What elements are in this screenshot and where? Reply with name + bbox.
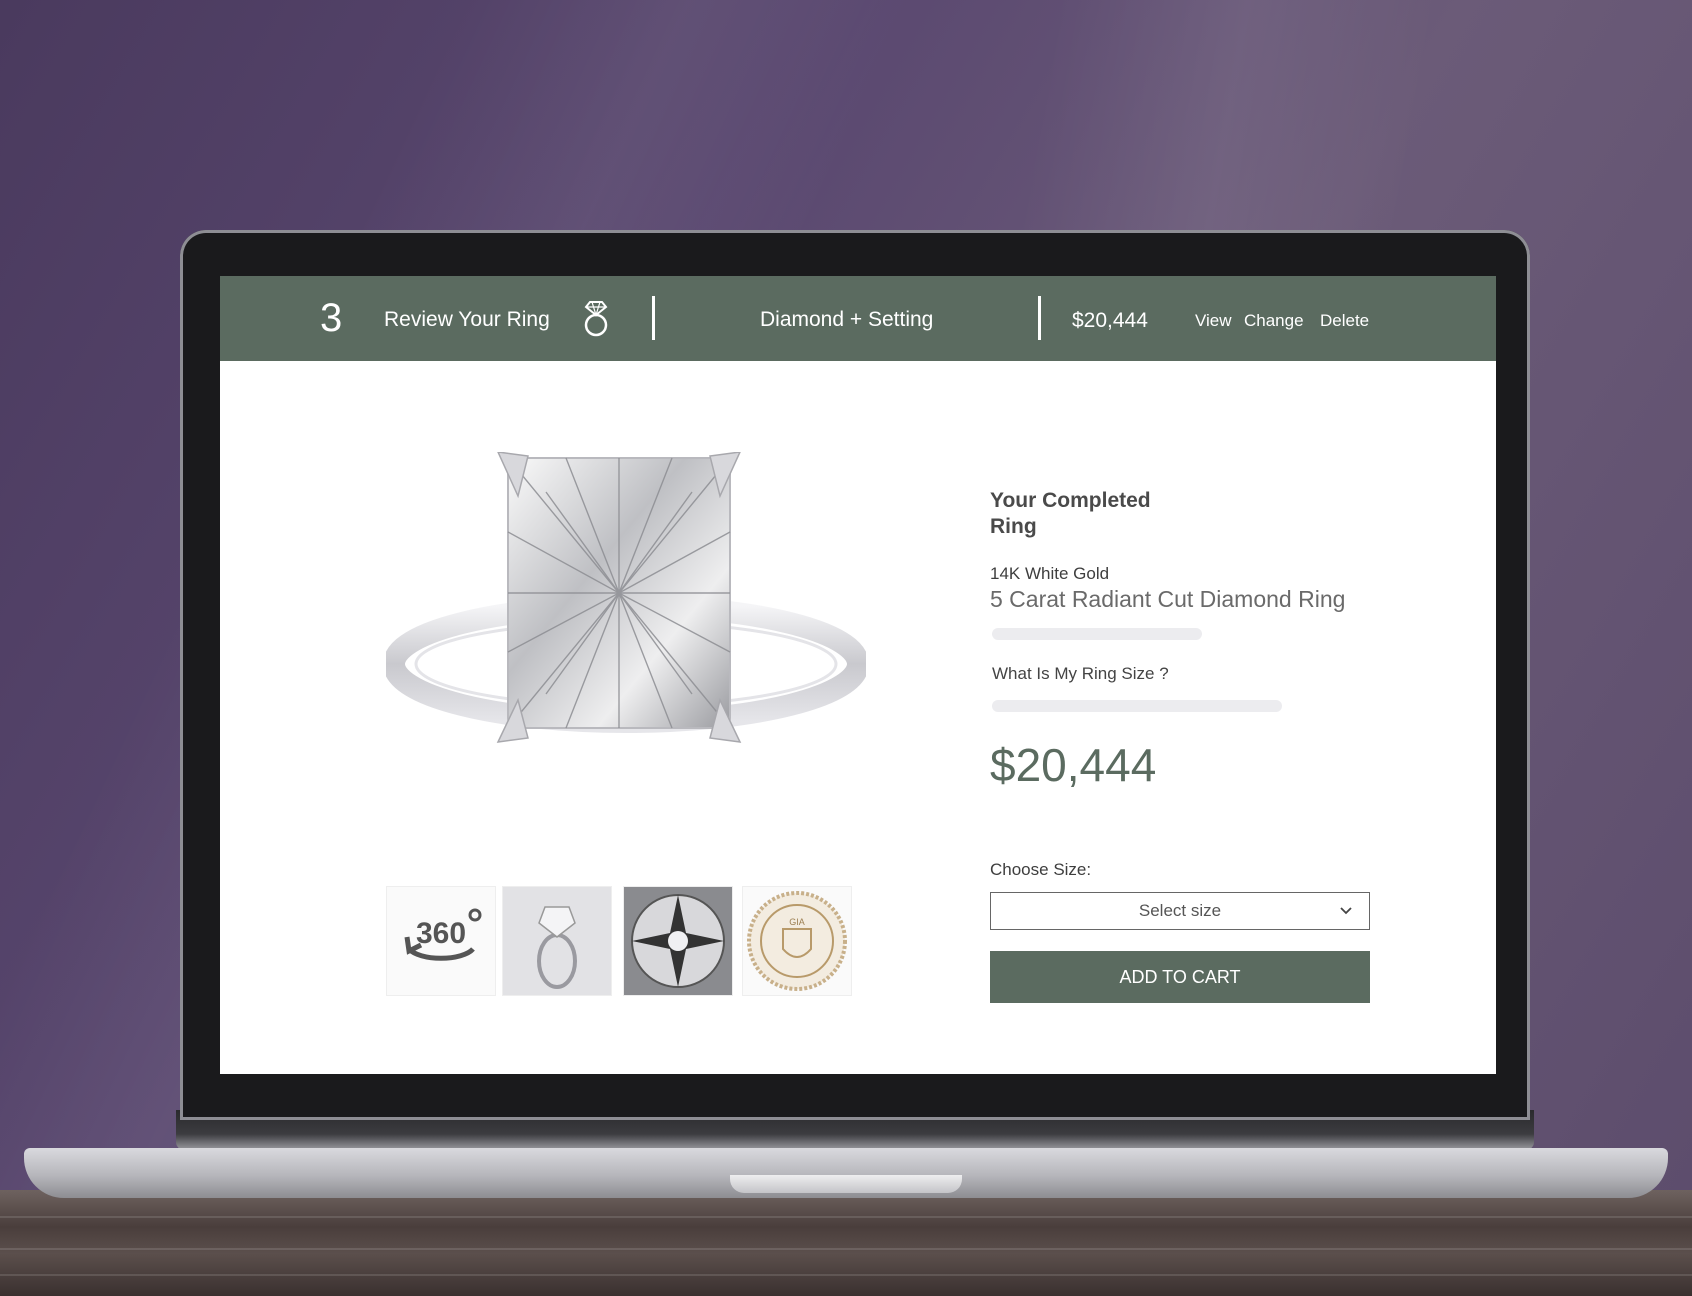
delete-link[interactable]: Delete <box>1320 311 1369 331</box>
step-title: Review Your Ring <box>384 308 550 331</box>
ring-side-view <box>503 887 611 995</box>
builder-topbar: 3 Review Your Ring Diamond + Setting $20… <box>220 276 1496 361</box>
view-link[interactable]: View <box>1195 311 1232 331</box>
laptop-notch <box>730 1175 962 1193</box>
topbar-divider <box>652 296 655 340</box>
metal-type: 14K White Gold <box>990 564 1110 583</box>
size-select[interactable]: Select size <box>990 892 1370 930</box>
product-price: $20,444 <box>990 739 1157 791</box>
choose-size-label: Choose Size: <box>990 860 1092 879</box>
product-heading: Your Completed Ring <box>990 488 1151 540</box>
thumbnail-diamond-top[interactable] <box>623 886 733 996</box>
wooden-table <box>0 1190 1692 1296</box>
rotate-360-icon: 360 <box>404 908 482 961</box>
ring-size-help-link[interactable]: What Is My Ring Size ? <box>992 664 1169 684</box>
diamond-top-view <box>624 887 732 995</box>
loading-placeholder <box>992 700 1282 712</box>
gia-seal: GIA <box>747 891 847 991</box>
heading-line-1: Your Completed <box>990 489 1151 512</box>
add-to-cart-button[interactable]: ADD TO CART <box>990 951 1370 1003</box>
laptop-screen: 3 Review Your Ring Diamond + Setting $20… <box>220 276 1496 1074</box>
thumbnail-ring-side[interactable] <box>502 886 612 996</box>
combination-label: Diamond + Setting <box>760 308 934 331</box>
loading-placeholder <box>992 628 1202 640</box>
thumbnail-gia-certificate[interactable]: GIA <box>742 886 852 996</box>
product-name: 5 Carat Radiant Cut Diamond Ring <box>990 586 1346 612</box>
thumbnail-360-view[interactable]: 360 <box>386 886 496 996</box>
size-select-value: Select size <box>1138 901 1222 920</box>
topbar-divider <box>1038 296 1041 340</box>
diamond-ring-icon <box>584 301 608 337</box>
gia-seal-label: GIA <box>789 917 805 927</box>
chevron-down-icon <box>1340 907 1352 915</box>
step-number: 3 <box>320 296 343 340</box>
thumbnail-360-label: 360 <box>416 917 466 950</box>
heading-line-2: Ring <box>990 515 1037 538</box>
topbar-price: $20,444 <box>1072 309 1148 332</box>
change-link[interactable]: Change <box>1244 311 1304 331</box>
main-product-image[interactable] <box>386 452 866 752</box>
